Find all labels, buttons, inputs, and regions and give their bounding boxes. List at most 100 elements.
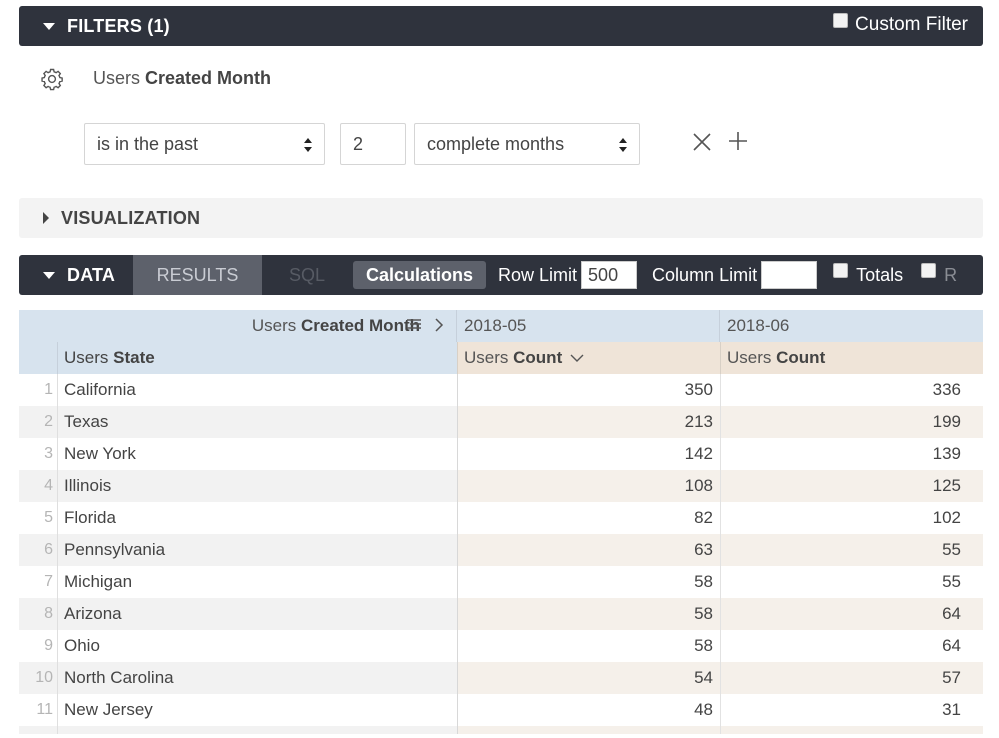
- table-row: 8 Arizona 58 64: [19, 598, 983, 630]
- pivot-field-name: Created Month: [301, 316, 420, 335]
- custom-filter-toggle[interactable]: Custom Filter: [833, 12, 968, 36]
- row-index-header: [19, 342, 57, 374]
- custom-filter-checkbox[interactable]: [833, 12, 849, 28]
- state-cell: North Carolina: [57, 662, 457, 694]
- count-cell: 350: [457, 374, 720, 406]
- totals-label: Totals: [856, 264, 904, 285]
- dimension-header[interactable]: Users State: [57, 342, 457, 374]
- count-cell: 58: [457, 598, 720, 630]
- filter-field-view: Users: [93, 68, 141, 88]
- chevron-right-icon[interactable]: [432, 317, 446, 333]
- lines-icon[interactable]: [405, 318, 423, 332]
- pivot-value-header: 2018-06: [727, 316, 790, 335]
- row-index: 9: [44, 637, 53, 654]
- measure-view: Users: [464, 348, 509, 367]
- table-row: 5 Florida 82 102: [19, 502, 983, 534]
- select-arrows-icon: [304, 138, 312, 152]
- column-limit-input[interactable]: [761, 261, 818, 289]
- visualization-section-header[interactable]: VISUALIZATION: [19, 198, 983, 238]
- count-cell: 139: [720, 438, 983, 470]
- count-cell: 58: [457, 566, 720, 598]
- row-totals-checkbox[interactable]: [921, 262, 937, 278]
- count-cell: 63: [457, 534, 720, 566]
- filter-value-input[interactable]: [340, 123, 406, 165]
- pivot-header-row: Users Created Month 2018-05 2018-06: [19, 310, 983, 342]
- gear-icon[interactable]: [40, 67, 64, 91]
- row-index: 2: [19, 406, 57, 438]
- count-cell: 58: [457, 630, 720, 662]
- table-row: 6 Pennsylvania 63 55: [19, 534, 983, 566]
- state-cell: Illinois: [57, 470, 457, 502]
- state-cell: Florida: [57, 502, 457, 534]
- table-row: 9 Ohio 58 64: [19, 630, 983, 662]
- state-cell: Ohio: [57, 630, 457, 662]
- close-icon[interactable]: [691, 131, 713, 153]
- caret-right-icon[interactable]: [43, 212, 49, 224]
- tab-results[interactable]: RESULTS: [133, 255, 262, 295]
- table-row: 3 New York 142 139: [19, 438, 983, 470]
- row-totals-label: R: [944, 264, 958, 285]
- state-cell: California: [57, 374, 457, 406]
- count-cell: 31: [720, 694, 983, 726]
- count-cell: 54: [457, 662, 720, 694]
- chevron-down-icon[interactable]: [569, 353, 585, 363]
- count-cell: 48: [457, 694, 720, 726]
- pivot-field-view: Users: [251, 316, 297, 335]
- count-cell: 213: [457, 406, 720, 438]
- caret-down-icon[interactable]: [43, 22, 55, 30]
- count-cell: 82: [457, 502, 720, 534]
- tab-sql[interactable]: SQL: [262, 255, 352, 295]
- filter-operator-select[interactable]: is in the past: [84, 123, 325, 165]
- row-index: 10: [19, 662, 57, 694]
- data-title: DATA: [67, 264, 116, 285]
- data-section-header[interactable]: DATA RESULTS SQL Calculations Row Limit …: [19, 255, 983, 295]
- row-index: 3: [44, 445, 53, 462]
- state-cell: Pennsylvania: [57, 534, 457, 566]
- filters-section-header[interactable]: FILTERS (1) Custom Filter: [19, 6, 983, 46]
- column-limit-label: Column Limit: [652, 264, 758, 285]
- table-cell: [720, 726, 983, 734]
- state-cell: New York: [57, 438, 457, 470]
- table-row: 10 North Carolina 54 57: [19, 662, 983, 694]
- measure-name: Count: [513, 348, 563, 367]
- row-limit-input[interactable]: [581, 261, 638, 289]
- count-cell: 108: [457, 470, 720, 502]
- count-cell: 57: [720, 662, 983, 694]
- table-row: 2 Texas 213 199: [19, 406, 983, 438]
- table-cell: [19, 726, 57, 734]
- measure-header[interactable]: Users Count: [457, 342, 720, 374]
- table-cell: [57, 726, 457, 734]
- count-cell: 142: [457, 438, 720, 470]
- totals-checkbox[interactable]: [833, 262, 849, 278]
- dimension-view: Users: [64, 348, 109, 367]
- state-cell: Arizona: [57, 598, 457, 630]
- select-arrows-icon: [619, 138, 627, 152]
- filter-field-dimension: Created Month: [145, 68, 272, 88]
- pivot-field-header[interactable]: Users Created Month: [19, 310, 457, 342]
- row-index: 8: [19, 598, 57, 630]
- caret-down-icon[interactable]: [43, 271, 55, 279]
- calculations-button[interactable]: Calculations: [353, 261, 487, 289]
- filter-operator-value: is in the past: [97, 133, 199, 154]
- row-index: 1: [44, 381, 53, 398]
- count-cell: 102: [720, 502, 983, 534]
- count-cell: 199: [720, 406, 983, 438]
- table-row: 4 Illinois 108 125: [19, 470, 983, 502]
- measure-header[interactable]: Users Count: [720, 342, 983, 374]
- table-row: 1 California 350 336: [19, 374, 983, 406]
- filter-unit-value: complete months: [427, 133, 565, 154]
- row-index: 7: [44, 573, 53, 590]
- table-row: 11 New Jersey 48 31: [19, 694, 983, 726]
- custom-filter-label: Custom Filter: [855, 14, 968, 35]
- table-row-partial: [19, 726, 983, 734]
- pivot-value-header: 2018-05: [457, 310, 720, 342]
- row-index: 11: [36, 701, 53, 718]
- row-index: 5: [44, 509, 53, 526]
- count-cell: 55: [720, 534, 983, 566]
- dimension-name: State: [113, 348, 155, 367]
- filter-unit-select[interactable]: complete months: [414, 123, 640, 165]
- plus-icon[interactable]: [727, 130, 749, 152]
- column-header-row: Users State Users Count Users Count: [19, 342, 983, 374]
- measure-view: Users: [727, 348, 772, 367]
- filters-title: FILTERS (1): [67, 15, 170, 36]
